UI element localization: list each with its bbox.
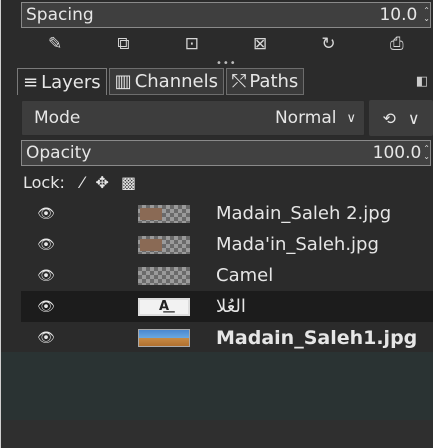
lock-pixels-icon[interactable]: ⁄: [81, 173, 84, 192]
panel-frame: Spacing 10.0 ⌃ ⌄ ✎ ⧉ ⊡ ⊠ ↻ ⎙ ••• ≡ Layers…: [0, 0, 433, 448]
dock-tabs: ≡ Layers ▥ Channels ⤲ Paths ◧: [17, 68, 433, 95]
tab-menu-icon[interactable]: ◧: [411, 68, 433, 95]
opacity-spinner[interactable]: Opacity 100.0 ⌃ ⌄: [21, 140, 431, 166]
layer-list: 👁 Madain_Saleh 2.jpg 👁 Mada'in_Saleh.jpg…: [21, 198, 433, 353]
layer-thumbnail: [138, 235, 190, 254]
eye-icon[interactable]: 👁: [21, 237, 71, 253]
mode-row: Mode Normal ∨ ⟲ ∨: [21, 100, 433, 136]
duplicate-icon[interactable]: ⊡: [177, 34, 207, 54]
layer-name[interactable]: Madain_Saleh1.jpg: [216, 327, 417, 349]
text-layer-icon: A͟: [138, 297, 190, 316]
layers-icon: ≡: [23, 71, 39, 93]
lock-alpha-icon[interactable]: ▩: [121, 173, 136, 192]
spacing-spinner[interactable]: Spacing 10.0 ⌃ ⌄: [21, 2, 431, 28]
edit-icon[interactable]: ✎: [40, 34, 70, 54]
new-tab-icon[interactable]: ⧉: [108, 34, 138, 54]
lock-row: Lock: ⁄ ✥ ▩: [23, 170, 136, 194]
layer-name[interactable]: Camel: [216, 265, 273, 286]
close-grid-icon[interactable]: ⊠: [245, 34, 275, 54]
layer-thumbnail: [138, 204, 190, 223]
spacing-value[interactable]: 10.0: [379, 5, 421, 25]
tab-paths[interactable]: ⤲ Paths: [225, 68, 305, 95]
layer-row[interactable]: 👁 Madain_Saleh 2.jpg: [21, 198, 433, 229]
paths-icon: ⤲: [231, 71, 247, 92]
mode-label: Mode: [34, 108, 81, 128]
mode-value: Normal: [274, 108, 337, 128]
layer-name[interactable]: Madain_Saleh 2.jpg: [216, 203, 391, 224]
spacing-label: Spacing: [26, 5, 94, 25]
spin-arrows-icon[interactable]: ⌃ ⌄: [423, 145, 430, 161]
eye-icon[interactable]: 👁: [21, 299, 71, 315]
layer-row[interactable]: 👁 Mada'in_Saleh.jpg: [21, 229, 433, 260]
layer-row[interactable]: 👁 Madain_Saleh1.jpg: [21, 322, 433, 353]
layer-thumbnail: [138, 328, 190, 347]
eye-icon[interactable]: 👁: [21, 268, 71, 284]
layers-toolbar: ✎ ⧉ ⊡ ⊠ ↻ ⎙: [21, 28, 431, 60]
export-icon[interactable]: ⎙: [382, 34, 412, 54]
refresh-icon[interactable]: ↻: [313, 34, 343, 54]
layer-name[interactable]: Mada'in_Saleh.jpg: [216, 234, 379, 255]
chevron-down-icon: ∨: [407, 108, 420, 128]
spin-arrows-icon[interactable]: ⌃ ⌄: [423, 7, 430, 23]
layer-thumbnail: [138, 266, 190, 285]
empty-layer-area: [1, 352, 433, 420]
tab-channels-label: Channels: [134, 71, 218, 92]
bottom-strip: [1, 420, 433, 448]
tab-spacer: [306, 68, 411, 95]
reset-icon: ⟲: [382, 108, 396, 128]
opacity-value[interactable]: 100.0: [373, 143, 422, 163]
mode-select[interactable]: Mode Normal ∨: [21, 100, 365, 136]
lock-position-icon[interactable]: ✥: [96, 173, 109, 192]
tab-paths-label: Paths: [249, 71, 299, 92]
channels-icon: ▥: [114, 71, 132, 92]
layer-row[interactable]: 👁 Camel: [21, 260, 433, 291]
tab-layers[interactable]: ≡ Layers: [17, 68, 107, 95]
layer-row-selected[interactable]: 👁 A͟ العُلا: [21, 291, 433, 322]
lock-label: Lock:: [23, 172, 65, 192]
opacity-label: Opacity: [26, 143, 92, 163]
tab-layers-label: Layers: [41, 71, 101, 93]
tab-channels[interactable]: ▥ Channels: [108, 68, 224, 95]
eye-icon[interactable]: 👁: [21, 206, 71, 222]
mode-reset-button[interactable]: ⟲ ∨: [369, 100, 433, 136]
layer-name[interactable]: العُلا: [216, 296, 246, 317]
chevron-down-icon: ∨: [346, 110, 356, 126]
eye-icon[interactable]: 👁: [21, 330, 71, 346]
